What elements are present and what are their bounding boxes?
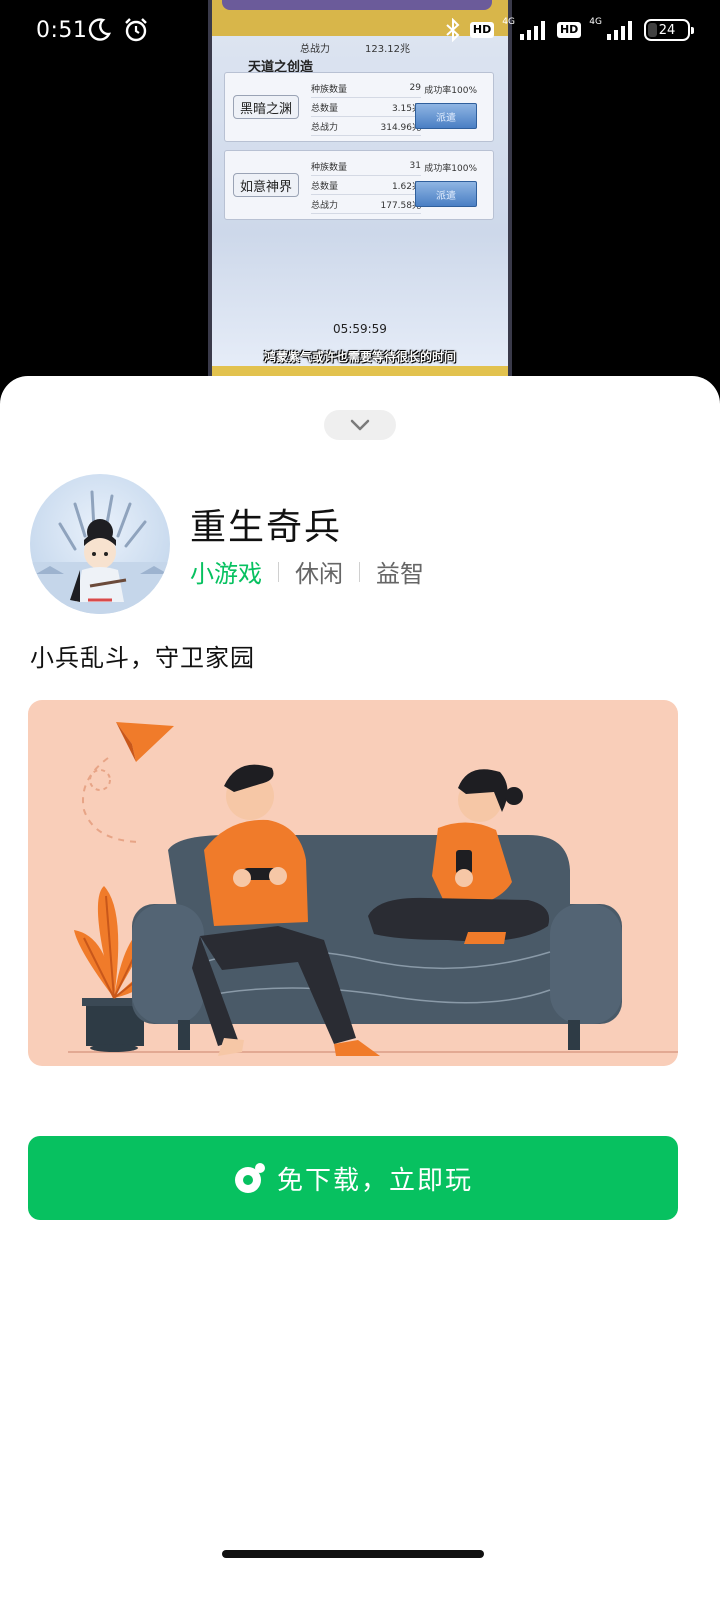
promo-illustration bbox=[28, 700, 678, 1066]
tag-puzzle[interactable]: 益智 bbox=[376, 554, 424, 589]
realm-card: 如意神界 种族数量 31 总数量 1.62兆 总战力 177.58兆 成功率100% … bbox=[224, 150, 494, 220]
game-title: 重生奇兵 bbox=[190, 507, 343, 548]
bluetooth-icon bbox=[446, 18, 460, 42]
collapse-button[interactable] bbox=[324, 410, 396, 440]
status-time: 0:51 bbox=[36, 18, 88, 43]
countdown-timer: 05:59:59 bbox=[333, 322, 387, 336]
success-rate: 成功率100% bbox=[424, 164, 477, 174]
realm-name: 黑暗之渊 bbox=[233, 95, 299, 119]
signal-icon bbox=[519, 21, 545, 40]
mini-game-icon bbox=[234, 1163, 265, 1193]
home-indicator[interactable] bbox=[222, 1550, 484, 1558]
realm-card: 黑暗之渊 种族数量 29 总数量 3.15兆 总战力 314.96兆 成功率100% … bbox=[224, 72, 494, 142]
status-bar: 0:51 HD 4G HD 4G 24 bbox=[0, 0, 720, 64]
tag-divider bbox=[359, 561, 360, 582]
game-tags: 小游戏 休闲 益智 bbox=[190, 554, 424, 589]
game-avatar bbox=[30, 474, 170, 614]
battery-level: 24 bbox=[658, 22, 676, 38]
network-type-label: 4G bbox=[502, 17, 515, 27]
signal-icon bbox=[607, 21, 632, 40]
network-type-label: 4G bbox=[589, 17, 602, 27]
status-left-icons bbox=[86, 16, 150, 44]
play-now-button[interactable]: 免下载，立即玩 bbox=[28, 1136, 678, 1220]
play-now-label: 免下载，立即玩 bbox=[276, 1165, 473, 1196]
mini-game-sheet: 重生奇兵 小游戏 休闲 益智 小兵乱斗，守卫家园 免下载，立即玩 bbox=[0, 376, 720, 1600]
hd-badge: HD bbox=[556, 22, 582, 38]
status-right-icons: HD 4G HD 4G 24 bbox=[444, 17, 694, 42]
video-subtitle: 鸿蒙紫气或许也需要等待很长的时间 bbox=[263, 350, 456, 364]
moon-icon bbox=[88, 18, 112, 41]
tag-mini-game[interactable]: 小游戏 bbox=[190, 554, 262, 589]
battery-icon: 24 bbox=[644, 19, 694, 41]
hd-badge: HD bbox=[469, 22, 495, 38]
dispatch-button[interactable]: 派遣 bbox=[415, 103, 477, 129]
alarm-icon bbox=[125, 18, 147, 42]
realm-name: 如意神界 bbox=[233, 173, 299, 197]
realm-stats: 种族数量 31 总数量 1.62兆 总战力 177.58兆 bbox=[311, 157, 421, 214]
chevron-down-icon bbox=[350, 419, 370, 431]
tag-casual[interactable]: 休闲 bbox=[295, 554, 343, 589]
tag-divider bbox=[278, 561, 279, 582]
game-description: 小兵乱斗，守卫家园 bbox=[30, 644, 255, 672]
realm-stats: 种族数量 29 总数量 3.15兆 总战力 314.96兆 bbox=[311, 79, 421, 136]
dispatch-button[interactable]: 派遣 bbox=[415, 181, 477, 207]
success-rate: 成功率100% bbox=[424, 86, 477, 96]
